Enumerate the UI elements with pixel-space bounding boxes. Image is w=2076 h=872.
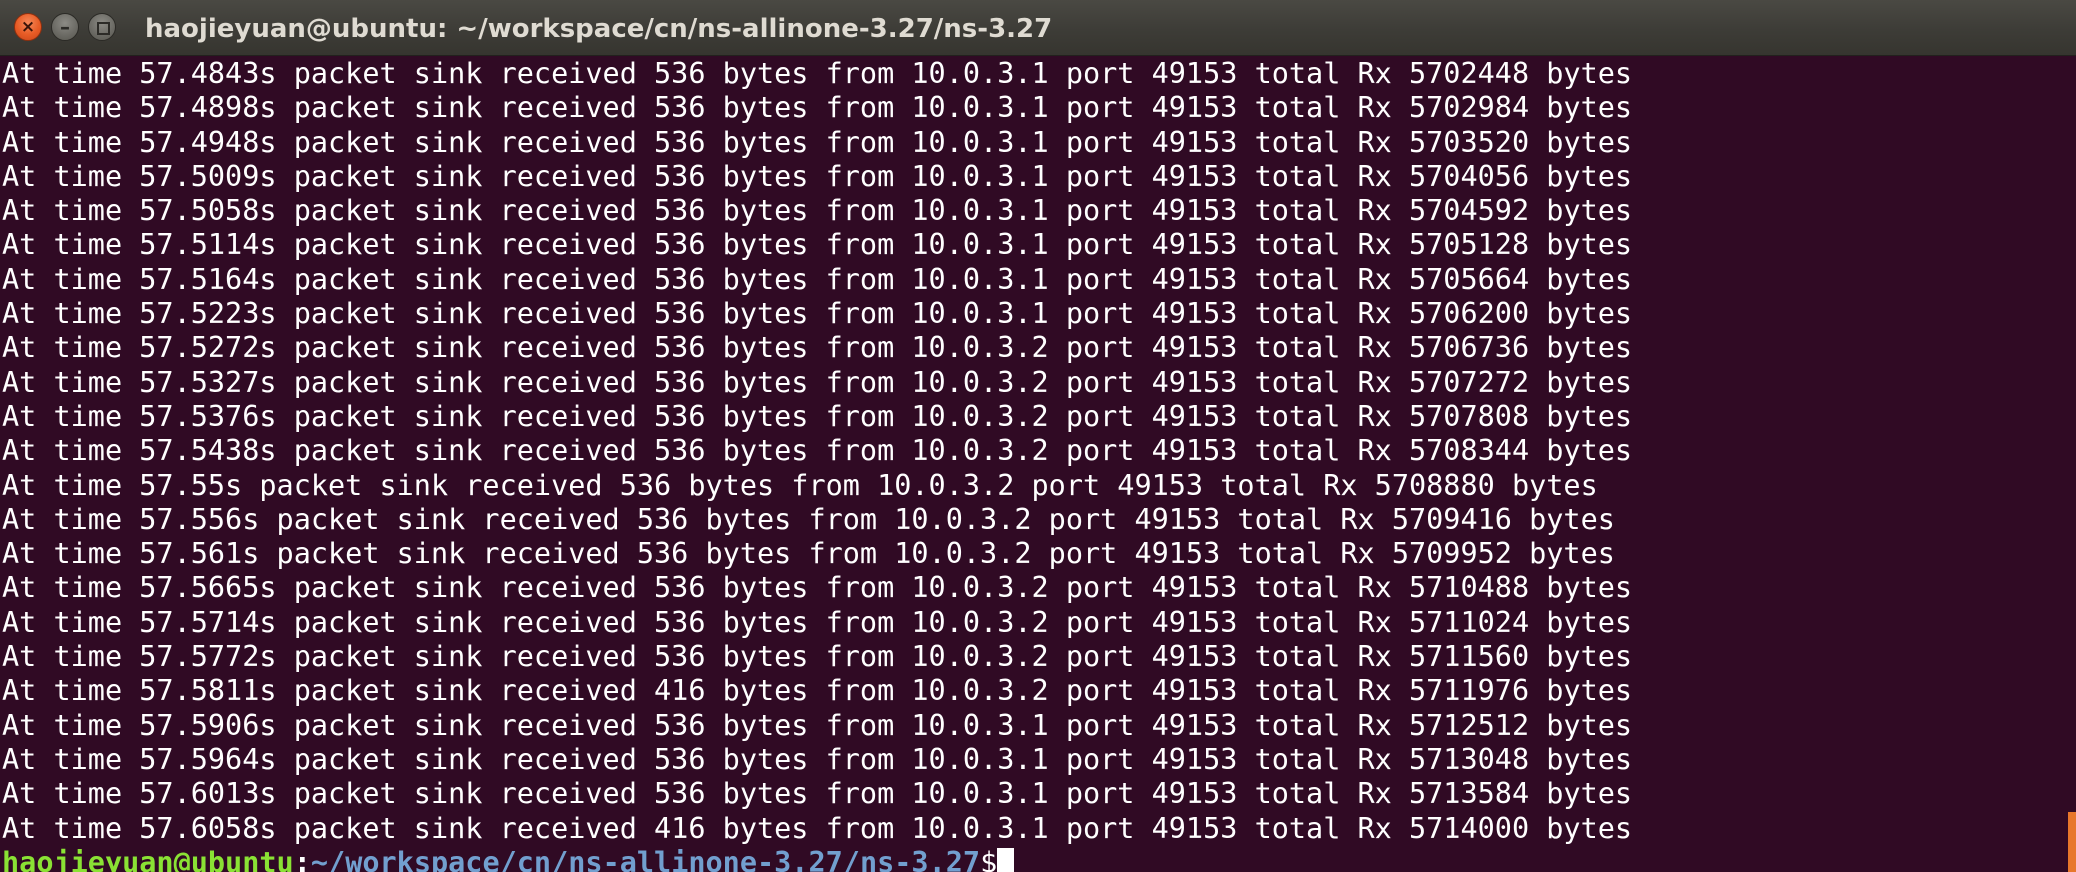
- minimize-button[interactable]: –: [51, 13, 79, 41]
- output-line: At time 57.561s packet sink received 536…: [2, 537, 1615, 571]
- output-line: At time 57.4948s packet sink received 53…: [2, 125, 1633, 159]
- output-line: At time 57.5114s packet sink received 53…: [2, 228, 1633, 262]
- output-line: At time 57.5272s packet sink received 53…: [2, 331, 1633, 365]
- output-line: At time 57.5058s packet sink received 53…: [2, 194, 1633, 228]
- title-bar[interactable]: × – haojieyuan@ubuntu: ~/workspace/cn/ns…: [0, 0, 2076, 56]
- output-line: At time 57.5009s packet sink received 53…: [2, 159, 1633, 193]
- prompt-line[interactable]: haojieyuan@ubuntu:~/workspace/cn/ns-alli…: [2, 846, 2076, 872]
- prompt-separator: :: [293, 845, 311, 872]
- output-line: At time 57.5964s packet sink received 53…: [2, 742, 1633, 776]
- prompt-user-host: haojieyuan@ubuntu: [2, 845, 294, 872]
- scrollbar-thumb[interactable]: [2068, 812, 2076, 872]
- prompt-symbol: $: [980, 845, 998, 872]
- output-line: At time 57.6058s packet sink received 41…: [2, 811, 1633, 845]
- output-line: At time 57.5327s packet sink received 53…: [2, 365, 1633, 399]
- output-line: At time 57.5906s packet sink received 53…: [2, 708, 1633, 742]
- output-line: At time 57.5376s packet sink received 53…: [2, 399, 1633, 433]
- output-line: At time 57.5438s packet sink received 53…: [2, 434, 1633, 468]
- output-line: At time 57.5772s packet sink received 53…: [2, 640, 1633, 674]
- close-button[interactable]: ×: [14, 13, 42, 41]
- close-icon: ×: [20, 17, 36, 37]
- output-line: At time 57.5714s packet sink received 53…: [2, 605, 1633, 639]
- text-cursor: [997, 847, 1015, 872]
- output-line: At time 57.5164s packet sink received 53…: [2, 262, 1633, 296]
- minimize-icon: –: [60, 15, 70, 39]
- output-line: At time 57.4898s packet sink received 53…: [2, 91, 1633, 125]
- maximize-button[interactable]: [88, 13, 116, 41]
- output-line: At time 57.556s packet sink received 536…: [2, 502, 1615, 536]
- output-line: At time 57.6013s packet sink received 53…: [2, 777, 1633, 811]
- terminal-output[interactable]: At time 57.4843s packet sink received 53…: [0, 57, 2076, 872]
- maximize-icon: [97, 22, 110, 35]
- output-line: At time 57.5223s packet sink received 53…: [2, 297, 1633, 331]
- window-title: haojieyuan@ubuntu: ~/workspace/cn/ns-all…: [145, 14, 1053, 44]
- output-line: At time 57.5665s packet sink received 53…: [2, 571, 1633, 605]
- output-line: At time 57.4843s packet sink received 53…: [2, 57, 1633, 90]
- output-line: At time 57.5811s packet sink received 41…: [2, 674, 1633, 708]
- output-line: At time 57.55s packet sink received 536 …: [2, 468, 1598, 502]
- prompt-path: ~/workspace/cn/ns-allinone-3.27/ns-3.27: [310, 845, 981, 872]
- terminal-window: × – haojieyuan@ubuntu: ~/workspace/cn/ns…: [0, 0, 2076, 872]
